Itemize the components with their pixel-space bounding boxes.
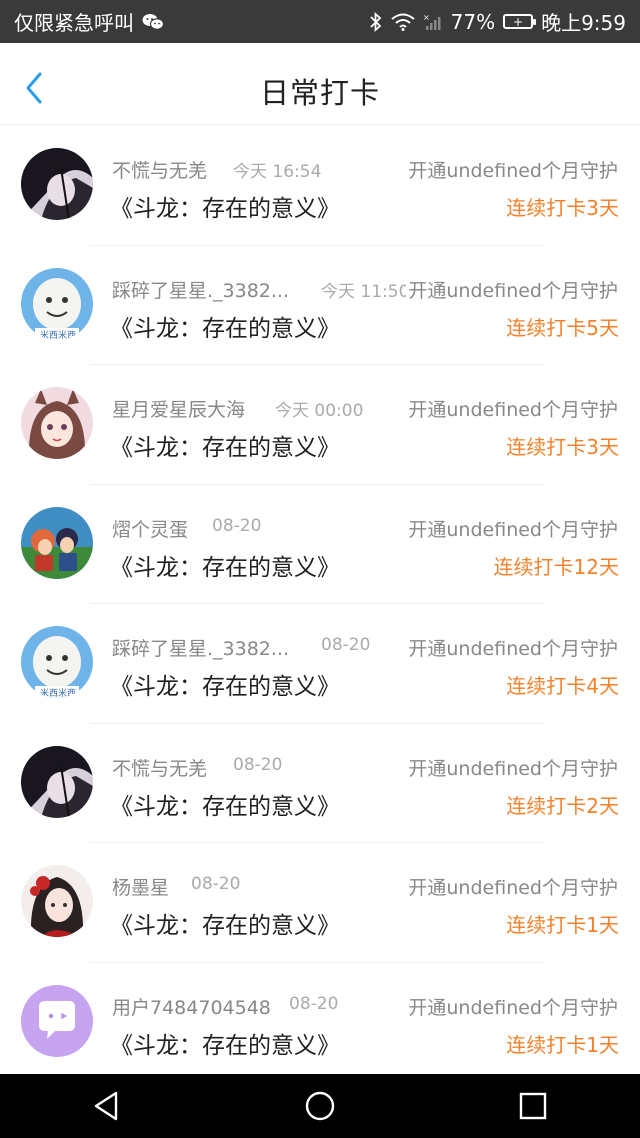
book-title: 《斗龙：存在的意义》 bbox=[110, 315, 340, 342]
user-name: 熠个灵蛋 bbox=[112, 518, 189, 541]
list-item[interactable]: 不慌与无羌 今天 16:54 开通undefined个月守护 《斗龙：存在的意义… bbox=[0, 126, 640, 246]
list-item[interactable]: 熠个灵蛋 08-20 开通undefined个月守护 《斗龙：存在的意义》 连续… bbox=[0, 485, 640, 605]
user-name: 杨墨星 bbox=[112, 877, 170, 899]
user-name: 星月爱星辰大海 bbox=[112, 399, 246, 421]
wechat-icon bbox=[142, 13, 164, 31]
nav-home-button[interactable] bbox=[290, 1076, 350, 1136]
system-nav-bar bbox=[0, 1074, 640, 1138]
streak-text: 连续打卡12天 bbox=[493, 554, 619, 579]
avatar: 米西米西 bbox=[21, 267, 93, 340]
avatar bbox=[21, 148, 93, 220]
battery-icon: + bbox=[503, 14, 537, 29]
checkin-time: 今天 11:50 bbox=[321, 281, 410, 302]
carrier-text: 仅限紧急呼叫 bbox=[14, 11, 134, 35]
streak-text: 连续打卡3天 bbox=[506, 196, 619, 220]
svg-text:米西米西: 米西米西 bbox=[40, 329, 76, 340]
streak-text: 连续打卡1天 bbox=[506, 913, 619, 937]
circle-home-icon bbox=[305, 1091, 335, 1121]
book-title: 《斗龙：存在的意义》 bbox=[110, 674, 340, 700]
streak-text: 连续打卡5天 bbox=[506, 315, 619, 340]
list-item[interactable]: 米西米西 踩碎了星星._3382... 08-20 开通undefined个月守… bbox=[0, 604, 640, 724]
bluetooth-icon bbox=[369, 11, 383, 32]
signal-icon: × bbox=[423, 13, 443, 31]
triangle-back-icon bbox=[94, 1091, 117, 1121]
list-item[interactable]: 米西米西 踩碎了星星._3382... 今天 11:50 开通undefined… bbox=[0, 246, 640, 366]
streak-text: 连续打卡4天 bbox=[506, 674, 619, 698]
checkin-time: 08-20 bbox=[212, 515, 262, 536]
checkin-time: 今天 00:00 bbox=[275, 401, 364, 421]
book-title: 《斗龙：存在的意义》 bbox=[110, 793, 340, 820]
page-header: 日常打卡 bbox=[0, 43, 640, 125]
checkin-time: 08-20 bbox=[233, 754, 283, 775]
checkin-time: 08-20 bbox=[191, 874, 241, 894]
status-right: × 77% + 晚上9:59 bbox=[369, 7, 626, 36]
guard-text: 开通undefined个月守护 bbox=[406, 753, 618, 781]
checkin-time: 今天 16:54 bbox=[233, 162, 322, 182]
checkin-time: 08-20 bbox=[289, 993, 339, 1014]
guard-text: 开通undefined个月守护 bbox=[406, 514, 618, 542]
status-bar: 仅限紧急呼叫 × 77% + 晚上9:59 bbox=[0, 0, 640, 43]
svg-text:×: × bbox=[423, 13, 430, 22]
square-recents-icon bbox=[520, 1092, 547, 1120]
streak-text: 连续打卡2天 bbox=[506, 793, 619, 818]
avatar bbox=[21, 506, 93, 579]
avatar bbox=[21, 865, 93, 937]
streak-text: 连续打卡1天 bbox=[506, 1032, 619, 1057]
list-item[interactable]: 星月爱星辰大海 今天 00:00 开通undefined个月守护 《斗龙：存在的… bbox=[0, 365, 640, 485]
avatar bbox=[21, 387, 93, 459]
wifi-icon bbox=[390, 13, 415, 31]
user-name: 踩碎了星星._3382... bbox=[112, 279, 290, 302]
guard-text: 开通undefined个月守护 bbox=[406, 992, 618, 1020]
clock: 晚上9:59 bbox=[541, 11, 626, 35]
nav-recents-button[interactable] bbox=[503, 1076, 563, 1136]
book-title: 《斗龙：存在的意义》 bbox=[110, 1032, 340, 1059]
guard-text: 开通undefined个月守护 bbox=[406, 156, 618, 183]
guard-text: 开通undefined个月守护 bbox=[406, 395, 618, 422]
guard-text: 开通undefined个月守护 bbox=[406, 634, 618, 661]
book-title: 《斗龙：存在的意义》 bbox=[110, 554, 340, 581]
book-title: 《斗龙：存在的意义》 bbox=[110, 913, 340, 939]
user-name: 用户7484704548 bbox=[112, 996, 271, 1019]
avatar bbox=[21, 984, 93, 1057]
nav-back-button[interactable] bbox=[77, 1076, 137, 1136]
book-title: 《斗龙：存在的意义》 bbox=[110, 196, 340, 222]
avatar: 米西米西 bbox=[21, 626, 93, 698]
user-name: 不慌与无羌 bbox=[112, 160, 208, 182]
guard-text: 开通undefined个月守护 bbox=[406, 873, 618, 900]
checkin-list: 不慌与无羌 今天 16:54 开通undefined个月守护 《斗龙：存在的意义… bbox=[0, 126, 640, 1082]
checkin-time: 08-20 bbox=[321, 635, 371, 655]
list-item[interactable]: 杨墨星 08-20 开通undefined个月守护 《斗龙：存在的意义》 连续打… bbox=[0, 843, 640, 963]
page-title: 日常打卡 bbox=[259, 76, 380, 110]
user-name: 踩碎了星星._3382... bbox=[112, 638, 290, 660]
svg-text:米西米西: 米西米西 bbox=[40, 687, 76, 698]
list-item[interactable]: 不慌与无羌 08-20 开通undefined个月守护 《斗龙：存在的意义》 连… bbox=[0, 724, 640, 844]
book-title: 《斗龙：存在的意义》 bbox=[110, 435, 340, 461]
streak-text: 连续打卡3天 bbox=[506, 435, 619, 459]
guard-text: 开通undefined个月守护 bbox=[406, 275, 618, 303]
avatar bbox=[21, 745, 93, 818]
user-name: 不慌与无羌 bbox=[112, 757, 208, 780]
list-item[interactable]: 用户7484704548 08-20 开通undefined个月守护 《斗龙：存… bbox=[0, 963, 640, 1083]
status-left: 仅限紧急呼叫 bbox=[14, 7, 164, 36]
battery-percent: 77% bbox=[450, 9, 496, 34]
